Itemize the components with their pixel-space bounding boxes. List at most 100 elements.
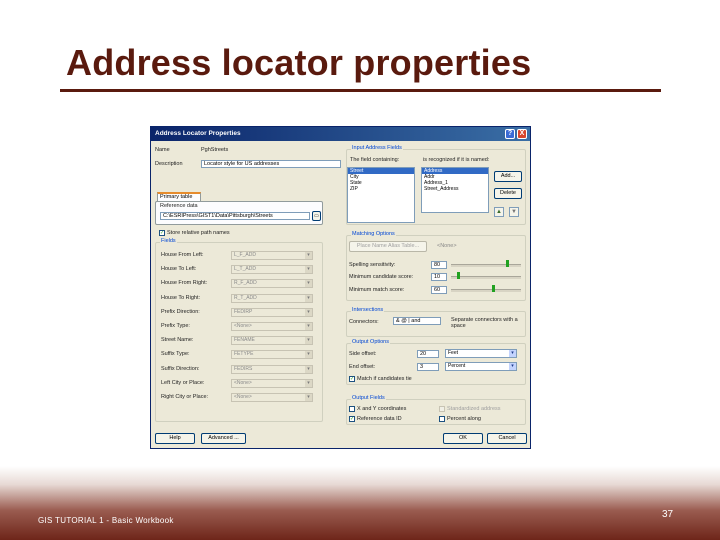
- store-relative-label: Store relative path names: [167, 230, 230, 236]
- chevron-down-icon: ▾: [305, 308, 312, 316]
- reference-id-checkbox[interactable]: ✓: [349, 416, 355, 422]
- reference-data-field[interactable]: C:\ESRIPress\GIST1\Data\Pittsburgh\Stree…: [160, 212, 310, 220]
- ok-button[interactable]: OK: [443, 433, 483, 444]
- chevron-down-icon: ▾: [305, 323, 312, 330]
- address-locator-dialog: Address Locator Properties ? X Name PghS…: [150, 126, 531, 449]
- field-row-dropdown[interactable]: FENAME ▾: [231, 336, 313, 346]
- field-row-label: House To Left:: [161, 266, 197, 273]
- arrow-up-icon[interactable]: ▲: [494, 207, 504, 217]
- field-row-dropdown[interactable]: FEDIRP ▾: [231, 307, 313, 317]
- chevron-down-icon: ▾: [509, 350, 516, 357]
- folder-icon[interactable]: ▭: [312, 211, 321, 221]
- chevron-down-icon: ▾: [305, 280, 312, 288]
- min-match-slider-thumb[interactable]: [491, 285, 495, 292]
- standardized-checkbox[interactable]: [439, 406, 445, 412]
- min-candidate-slider-thumb[interactable]: [456, 272, 460, 279]
- input-field-items: Street City State ZIP: [348, 168, 414, 192]
- spelling-slider[interactable]: [451, 264, 521, 267]
- field-row-dropdown[interactable]: <None> ▾: [231, 378, 313, 388]
- min-match-slider[interactable]: [451, 289, 521, 292]
- connectors-help-text: Separate connectors with a space: [451, 317, 518, 329]
- match-tie-checkbox[interactable]: ✓: [349, 376, 355, 382]
- field-row-value: <None>: [234, 323, 252, 329]
- min-candidate-slider[interactable]: [451, 276, 521, 279]
- alias-list[interactable]: Address Addr Address_1 Street_Address: [421, 167, 489, 213]
- field-row-dropdown[interactable]: R_F_ADD ▾: [231, 279, 313, 289]
- chevron-down-icon: ▾: [305, 337, 312, 345]
- end-offset-field[interactable]: 3: [417, 363, 439, 371]
- close-button[interactable]: X: [517, 129, 527, 139]
- field-row-value: L_F_ADD: [234, 252, 256, 258]
- min-candidate-field[interactable]: 10: [431, 273, 447, 281]
- field-row-label: Street Name:: [161, 337, 194, 344]
- connectors-field[interactable]: & @ | and: [393, 317, 441, 325]
- min-match-label: Minimum match score:: [349, 287, 405, 293]
- footer-text: GIS TUTORIAL 1 - Basic Workbook: [38, 516, 174, 525]
- delete-button[interactable]: Delete: [494, 188, 522, 199]
- input-left-label: The field containing:: [350, 157, 400, 163]
- xy-label: X and Y coordinates: [357, 406, 407, 412]
- list-item[interactable]: ZIP: [348, 186, 414, 192]
- min-match-field[interactable]: 60: [431, 286, 447, 294]
- place-alias-value: <None>: [437, 243, 457, 249]
- input-field-list[interactable]: Street City State ZIP: [347, 167, 415, 223]
- fields-group-title: Fields: [160, 238, 177, 244]
- dialog-titlebar: Address Locator Properties ? X: [151, 127, 530, 141]
- end-offset-units: Percent: [448, 363, 466, 369]
- field-row-dropdown[interactable]: R_T_ADD ▾: [231, 293, 313, 303]
- description-field[interactable]: Locator style for US addresses: [201, 160, 341, 168]
- footer-band: [0, 466, 720, 540]
- store-relative-checkbox[interactable]: ✓: [159, 230, 165, 236]
- add-button[interactable]: Add...: [494, 171, 522, 182]
- name-value: PghStreets: [201, 147, 229, 153]
- slide-title: Address locator properties: [66, 42, 532, 83]
- field-row-dropdown[interactable]: FETYPE ▾: [231, 350, 313, 360]
- tab-primary-table[interactable]: Primary table: [157, 192, 201, 201]
- spelling-field[interactable]: 80: [431, 261, 447, 269]
- help-title-button[interactable]: ?: [505, 129, 515, 139]
- side-offset-field[interactable]: 20: [417, 350, 439, 358]
- field-row-label: Prefix Direction:: [161, 308, 200, 315]
- list-item[interactable]: Street_Address: [422, 186, 488, 192]
- field-row-label: Suffix Direction:: [161, 365, 200, 372]
- end-offset-label: End offset:: [349, 364, 376, 370]
- field-row-value: FEDIRS: [234, 365, 253, 372]
- field-row-dropdown[interactable]: <None> ▾: [231, 322, 313, 331]
- xy-checkbox[interactable]: [349, 406, 355, 412]
- end-offset-units-dropdown[interactable]: Percent ▾: [445, 362, 517, 371]
- chevron-down-icon: ▾: [305, 294, 312, 302]
- intersections-title: Intersections: [351, 307, 385, 313]
- cancel-button[interactable]: Cancel: [487, 433, 527, 444]
- side-offset-units-dropdown[interactable]: Feet ▾: [445, 349, 517, 358]
- chevron-down-icon: ▾: [305, 394, 312, 401]
- chevron-down-icon: ▾: [305, 365, 312, 373]
- field-row-label: Prefix Type:: [161, 323, 190, 329]
- input-fields-title: Input Address Fields: [351, 145, 403, 151]
- field-row-value: L_T_ADD: [234, 266, 256, 273]
- chevron-down-icon: ▾: [305, 252, 312, 259]
- place-name-alias-button[interactable]: Place Name Alias Table...: [349, 241, 427, 252]
- output-fields-title: Output Fields: [351, 395, 386, 401]
- dialog-title: Address Locator Properties: [155, 130, 241, 137]
- field-row-dropdown[interactable]: <None> ▾: [231, 393, 313, 402]
- field-row-value: FETYPE: [234, 351, 254, 358]
- advanced-button[interactable]: Advanced ...: [201, 433, 246, 444]
- help-button[interactable]: Help: [155, 433, 195, 444]
- percent-along-label: Percent along: [447, 416, 481, 422]
- field-row-label: House From Left:: [161, 252, 204, 258]
- field-row-label: Left City or Place:: [161, 379, 205, 386]
- field-row-dropdown[interactable]: L_F_ADD ▾: [231, 251, 313, 260]
- reference-data-label: Reference data: [160, 203, 198, 209]
- spelling-slider-thumb[interactable]: [505, 260, 509, 267]
- alias-items: Address Addr Address_1 Street_Address: [422, 168, 488, 192]
- field-row-dropdown[interactable]: L_T_ADD ▾: [231, 265, 313, 275]
- output-options-title: Output Options: [351, 339, 390, 345]
- page-number: 37: [662, 509, 674, 520]
- name-label: Name: [155, 147, 170, 153]
- field-row-label: House From Right:: [161, 280, 208, 287]
- arrow-down-icon[interactable]: ▼: [509, 207, 519, 217]
- min-candidate-label: Minimum candidate score:: [349, 274, 414, 280]
- field-row-dropdown[interactable]: FEDIRS ▾: [231, 364, 313, 374]
- chevron-down-icon: ▾: [305, 379, 312, 387]
- percent-along-checkbox[interactable]: [439, 416, 445, 422]
